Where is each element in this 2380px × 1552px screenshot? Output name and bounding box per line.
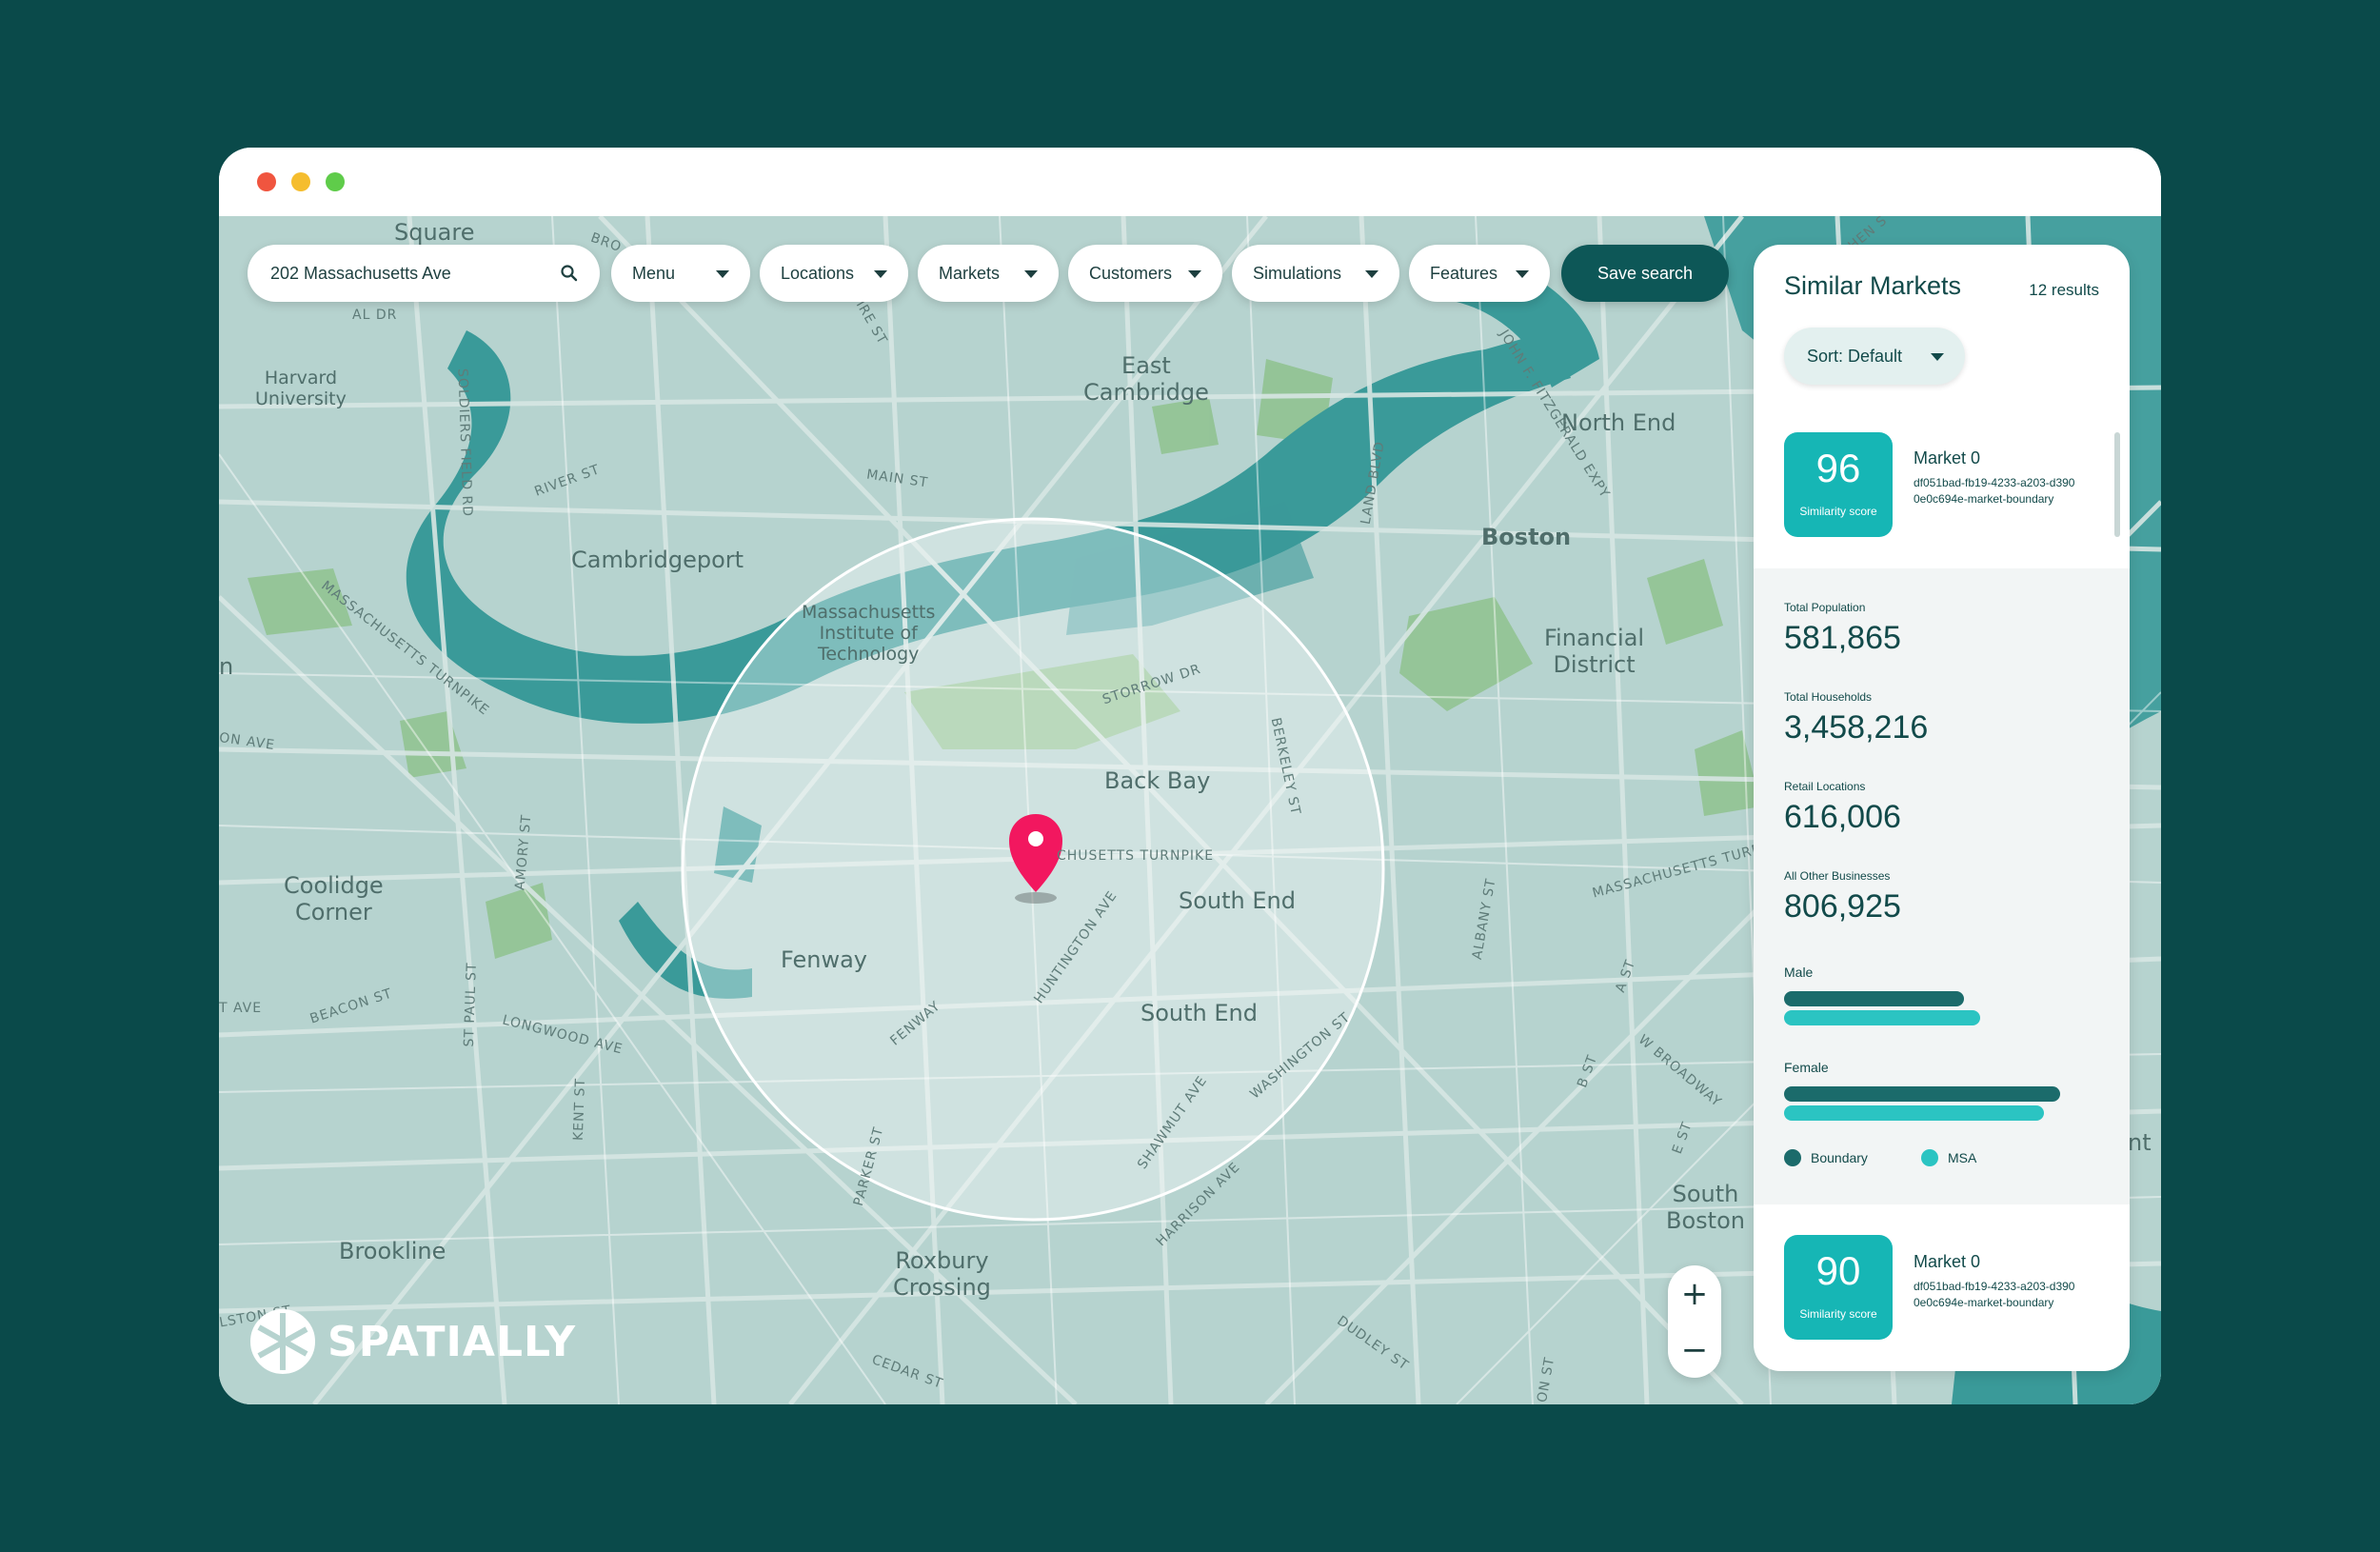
male-boundary-bar bbox=[1784, 991, 1964, 1006]
map-label-back-bay: Back Bay bbox=[1104, 767, 1211, 794]
map-label-square: Square bbox=[394, 219, 475, 246]
maximize-window-button[interactable] bbox=[326, 172, 345, 191]
market-id: df051bad-fb19-4233-a203-d3900e0c694e-mar… bbox=[1914, 1280, 2075, 1309]
stat-value: 581,865 bbox=[1784, 620, 1901, 656]
stat-label: Total Population bbox=[1784, 601, 1866, 614]
similarity-score-label: Similarity score bbox=[1799, 1307, 1877, 1321]
demographic-label: Female bbox=[1784, 1060, 1829, 1075]
spatially-logo: SPATIALLY bbox=[248, 1306, 576, 1377]
customers-dropdown-label: Customers bbox=[1089, 263, 1173, 283]
market-id: df051bad-fb19-4233-a203-d3900e0c694e-mar… bbox=[1914, 476, 2075, 506]
zoom-control: + − bbox=[1668, 1265, 1721, 1378]
save-search-button[interactable]: Save search bbox=[1561, 245, 1729, 302]
chevron-down-icon bbox=[716, 270, 729, 278]
menu-dropdown[interactable]: Menu bbox=[611, 245, 750, 302]
legend-boundary-label: Boundary bbox=[1811, 1150, 1868, 1165]
search-icon[interactable] bbox=[560, 264, 579, 283]
chevron-down-icon bbox=[1188, 270, 1201, 278]
similarity-score-badge: 96 Similarity score bbox=[1784, 432, 1893, 537]
market-name: Market 0 bbox=[1914, 448, 1981, 468]
market-name: Market 0 bbox=[1914, 1252, 1981, 1271]
street-label: KENT ST bbox=[570, 1077, 589, 1142]
globe-icon bbox=[250, 1309, 315, 1374]
chevron-down-icon bbox=[874, 270, 887, 278]
similarity-score-label: Similarity score bbox=[1799, 505, 1877, 518]
simulations-dropdown-label: Simulations bbox=[1253, 263, 1342, 283]
browser-window: Square Harvard University East Cambridge… bbox=[219, 148, 2161, 1404]
stat-value: 3,458,216 bbox=[1784, 709, 1929, 746]
chevron-down-icon bbox=[1516, 270, 1529, 278]
markets-dropdown[interactable]: Markets bbox=[918, 245, 1059, 302]
customers-dropdown[interactable]: Customers bbox=[1068, 245, 1222, 302]
map-label-mit: Massachusetts Institute of Technology bbox=[802, 602, 936, 665]
map-label-north-end: North End bbox=[1561, 409, 1676, 436]
map-label-roxbury-crossing: Roxbury Crossing bbox=[893, 1247, 991, 1301]
stat-label: Total Households bbox=[1784, 690, 1873, 704]
similarity-score-badge: 90 Similarity score bbox=[1784, 1235, 1893, 1340]
features-dropdown[interactable]: Features bbox=[1409, 245, 1550, 302]
stat-label: Retail Locations bbox=[1784, 780, 1866, 793]
locations-dropdown-label: Locations bbox=[781, 263, 855, 283]
map-label-east-cambridge: East Cambridge bbox=[1083, 352, 1209, 406]
market-stats: Total Population 581,865 Total Household… bbox=[1754, 568, 2130, 1204]
title-bar bbox=[219, 148, 2161, 216]
female-msa-bar bbox=[1784, 1105, 2044, 1121]
similarity-score: 96 bbox=[1815, 446, 1861, 490]
features-dropdown-label: Features bbox=[1430, 263, 1498, 283]
map-label-south-end: South End bbox=[1179, 887, 1296, 914]
map-label-south-boston: South Boston bbox=[1666, 1181, 1745, 1234]
panel-scrollbar[interactable] bbox=[2114, 432, 2120, 537]
sort-dropdown-label: Sort: Default bbox=[1807, 346, 1903, 366]
male-msa-bar bbox=[1784, 1010, 1980, 1025]
map-label-brookline: Brookline bbox=[339, 1238, 446, 1264]
locations-dropdown[interactable]: Locations bbox=[760, 245, 908, 302]
map-label-coolidge-corner: Coolidge Corner bbox=[284, 872, 384, 925]
map-label-financial-district: Financial District bbox=[1544, 625, 1645, 678]
street-label: T AVE bbox=[219, 1001, 263, 1016]
legend-msa-label: MSA bbox=[1948, 1150, 1977, 1165]
chevron-down-icon bbox=[1365, 270, 1378, 278]
chevron-down-icon bbox=[1931, 353, 1944, 361]
map-label-edge-right: nt bbox=[2128, 1129, 2152, 1156]
stat-value: 616,006 bbox=[1784, 799, 1901, 835]
minimize-window-button[interactable] bbox=[291, 172, 310, 191]
stat-label: All Other Businesses bbox=[1784, 869, 1891, 883]
map-label-cambridgeport: Cambridgeport bbox=[571, 547, 744, 573]
search-value: 202 Massachusetts Ave bbox=[270, 263, 451, 283]
search-input[interactable]: 202 Massachusetts Ave bbox=[248, 245, 600, 302]
map-label-fenway: Fenway bbox=[781, 946, 868, 973]
zoom-out-button[interactable]: − bbox=[1668, 1322, 1721, 1378]
close-window-button[interactable] bbox=[257, 172, 276, 191]
markets-dropdown-label: Markets bbox=[939, 263, 1001, 283]
results-count: 12 results bbox=[2029, 281, 2099, 299]
map-label-boston: Boston bbox=[1481, 524, 1572, 550]
sort-dropdown[interactable]: Sort: Default bbox=[1784, 328, 1965, 385]
map-label-edge-left: n bbox=[219, 653, 234, 680]
menu-dropdown-label: Menu bbox=[632, 263, 676, 283]
chevron-down-icon bbox=[1024, 270, 1038, 278]
simulations-dropdown[interactable]: Simulations bbox=[1232, 245, 1399, 302]
map-label-south-end-2: South End bbox=[1140, 1000, 1258, 1026]
similarity-score: 90 bbox=[1815, 1248, 1861, 1293]
street-label: AL DR bbox=[352, 308, 398, 323]
panel-title: Similar Markets bbox=[1784, 271, 1962, 300]
brand-name: SPATIALLY bbox=[327, 1317, 577, 1366]
map-canvas[interactable]: Square Harvard University East Cambridge… bbox=[219, 216, 2161, 1404]
map-label-harvard: Harvard University bbox=[255, 368, 347, 409]
zoom-in-button[interactable]: + bbox=[1668, 1265, 1721, 1322]
legend-msa-swatch bbox=[1921, 1149, 1938, 1166]
similar-markets-panel: Similar Markets 12 results Sort: Default… bbox=[1754, 245, 2130, 1371]
demographic-label: Male bbox=[1784, 965, 1814, 980]
street-label: ST PAUL ST bbox=[461, 962, 480, 1047]
stat-value: 806,925 bbox=[1784, 888, 1901, 925]
legend-boundary-swatch bbox=[1784, 1149, 1801, 1166]
street-label: CHUSETTS TURNPIKE bbox=[1057, 848, 1215, 864]
female-boundary-bar bbox=[1784, 1086, 2060, 1102]
